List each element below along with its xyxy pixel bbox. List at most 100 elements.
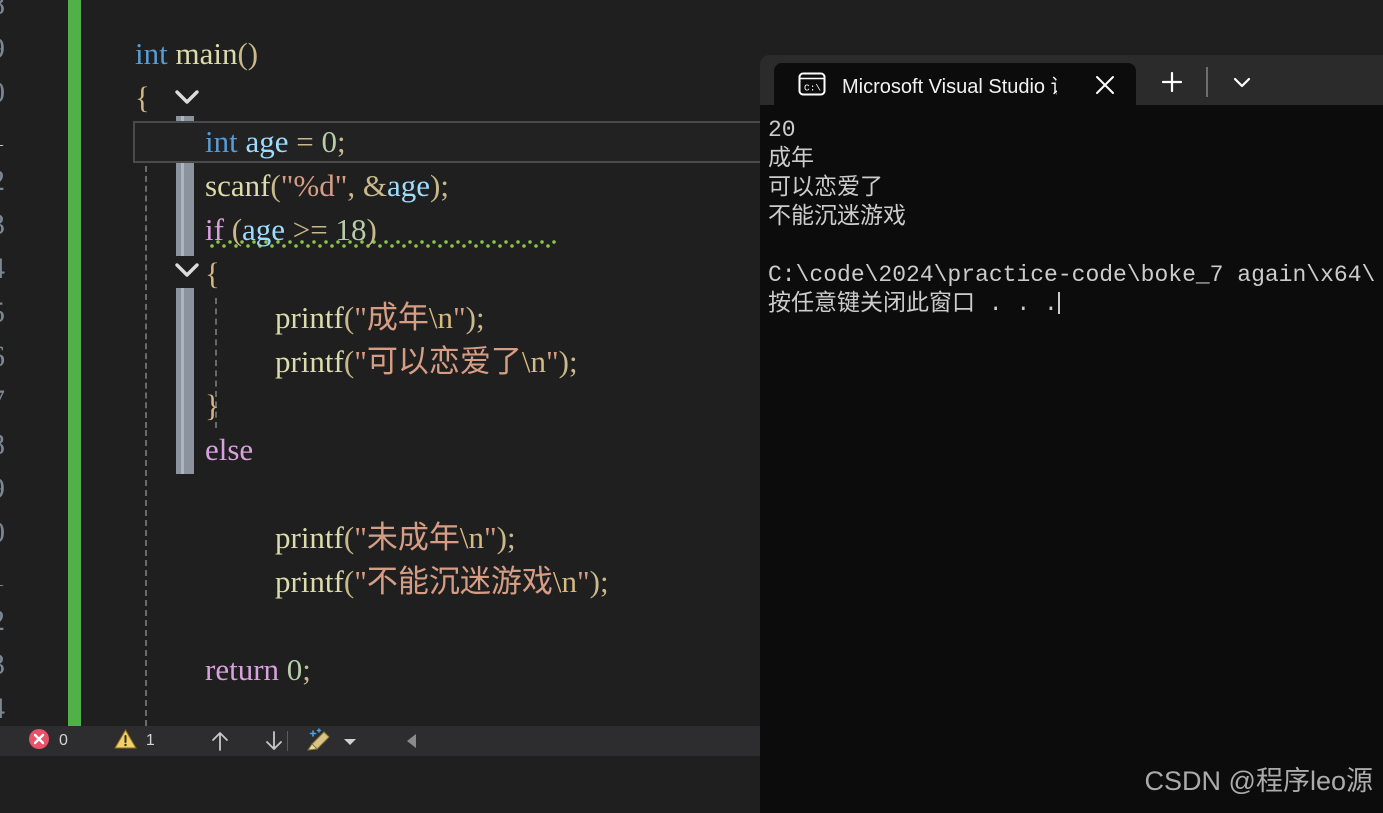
terminal-line: 20 xyxy=(768,117,796,143)
code-token: " xyxy=(545,344,559,379)
line-number: 5 xyxy=(0,296,6,330)
code-line[interactable]: scanf("%d", &age); xyxy=(121,164,760,208)
terminal-line: 按任意键关闭此窗口 . . . xyxy=(768,291,1060,317)
line-number: 7 xyxy=(0,384,6,418)
terminal-line: C:\code\2024\practice-code\boke_7 again\… xyxy=(768,262,1376,288)
code-token: ( xyxy=(343,300,355,335)
new-tab-button[interactable] xyxy=(1155,67,1189,97)
scroll-left-button[interactable] xyxy=(404,731,420,751)
code-token: ; xyxy=(568,344,578,379)
code-token: >= xyxy=(285,212,336,247)
terminal-output[interactable]: 20 成年 可以恋爱了 不能沉迷游戏 C:\code\2024\practice-co… xyxy=(760,105,1383,813)
line-number: 3 xyxy=(0,208,6,242)
terminal-tab-title: Microsoft Visual Studio 调试控 xyxy=(842,75,1057,98)
warning-icon xyxy=(114,728,137,755)
code-token: ) xyxy=(465,300,476,335)
code-line[interactable]: printf("未成年\n"); xyxy=(121,516,760,560)
watermark: CSDN @程序leo源 xyxy=(1144,766,1373,796)
code-token: if xyxy=(205,212,224,247)
code-token: else xyxy=(205,432,254,467)
code-token: return xyxy=(205,652,280,687)
editor-status-bar[interactable]: 0 1 xyxy=(0,726,760,756)
code-token: ; xyxy=(337,124,346,159)
code-line[interactable] xyxy=(121,472,760,516)
code-token: printf xyxy=(275,344,344,379)
code-token: printf xyxy=(275,300,344,335)
code-token: age xyxy=(242,212,286,247)
cleanup-dropdown-icon[interactable] xyxy=(342,735,358,747)
code-token: ; xyxy=(302,652,311,687)
titlebar-divider xyxy=(1206,67,1208,97)
code-token: ( xyxy=(343,344,355,379)
code-editor[interactable]: 89012345678901234 int main(){int age = 0… xyxy=(0,0,760,726)
chevron-down-icon[interactable] xyxy=(1225,67,1259,97)
code-line[interactable]: { xyxy=(121,252,760,296)
warning-count: 1 xyxy=(145,732,155,749)
code-token: ; xyxy=(599,564,609,599)
code-token: "可以恋爱了 xyxy=(354,344,522,379)
code-token: " xyxy=(483,520,497,555)
code-line[interactable]: else xyxy=(121,428,760,472)
status-divider xyxy=(286,731,288,751)
error-count: 0 xyxy=(59,732,68,749)
code-line[interactable] xyxy=(121,0,760,32)
code-token: , xyxy=(347,168,363,203)
terminal-line: 可以恋爱了 xyxy=(768,175,883,201)
code-token: int xyxy=(135,36,168,71)
warning-status[interactable]: 1 xyxy=(114,728,155,755)
code-token: 0 xyxy=(321,124,338,159)
terminal-titlebar[interactable]: C:\ Microsoft Visual Studio 调试控 xyxy=(760,55,1383,105)
code-line[interactable]: return 0; xyxy=(121,648,760,692)
command-prompt-icon: C:\ xyxy=(798,71,826,97)
terminal-tab[interactable]: C:\ Microsoft Visual Studio 调试控 xyxy=(774,63,1136,105)
code-line[interactable]: printf("不能沉迷游戏\n"); xyxy=(121,560,760,604)
code-line[interactable]: int age = 0; xyxy=(121,120,760,164)
code-token: \n xyxy=(552,564,577,599)
code-token: ( xyxy=(343,564,355,599)
code-token: \n xyxy=(459,520,484,555)
code-token: } xyxy=(205,388,220,423)
code-token: "成年 xyxy=(354,300,429,335)
line-number: 1 xyxy=(0,560,6,594)
code-token: 0 xyxy=(286,652,303,687)
cleanup-button[interactable] xyxy=(304,728,332,754)
line-number: 4 xyxy=(0,692,6,726)
line-number: 8 xyxy=(0,428,6,462)
code-token: ) xyxy=(558,344,569,379)
code-token: ; xyxy=(440,168,449,203)
terminal-window[interactable]: C:\ Microsoft Visual Studio 调试控 xyxy=(760,55,1383,813)
line-number: 8 xyxy=(0,0,6,22)
code-text-area[interactable]: int main(){int age = 0; scanf("%d", &age)… xyxy=(121,0,760,726)
code-line[interactable]: printf("成年\n"); xyxy=(121,296,760,340)
close-icon[interactable] xyxy=(1092,72,1118,98)
terminal-line: 成年 xyxy=(768,146,814,172)
code-token: "%d" xyxy=(280,168,348,203)
code-token: ( xyxy=(270,168,281,203)
code-token: \n xyxy=(428,300,453,335)
code-line[interactable]: } xyxy=(121,384,760,428)
code-line[interactable]: if (age >= 18) xyxy=(121,208,760,252)
editor-bottom-area xyxy=(0,756,760,813)
line-number: 9 xyxy=(0,472,6,506)
error-status[interactable]: 0 xyxy=(28,728,68,755)
line-number: 2 xyxy=(0,164,6,198)
code-token: ) xyxy=(430,168,441,203)
code-token: "未成年 xyxy=(354,520,460,555)
prev-issue-button[interactable] xyxy=(209,729,231,753)
line-number: 0 xyxy=(0,76,6,110)
code-token: " xyxy=(452,300,466,335)
outlining-column[interactable] xyxy=(85,0,199,726)
next-issue-button[interactable] xyxy=(263,729,285,753)
code-line[interactable]: int main() xyxy=(121,32,760,76)
error-icon xyxy=(28,728,50,755)
code-line[interactable] xyxy=(121,604,760,648)
code-line[interactable]: printf("可以恋爱了\n"); xyxy=(121,340,760,384)
code-token: ( xyxy=(223,212,243,247)
line-number: 4 xyxy=(0,252,6,286)
line-number: 6 xyxy=(0,340,6,374)
code-token: { xyxy=(205,256,220,291)
svg-text:C:\: C:\ xyxy=(804,83,821,94)
code-token: ) xyxy=(366,212,377,247)
code-token: main xyxy=(175,36,238,71)
code-line[interactable]: { xyxy=(121,76,760,120)
